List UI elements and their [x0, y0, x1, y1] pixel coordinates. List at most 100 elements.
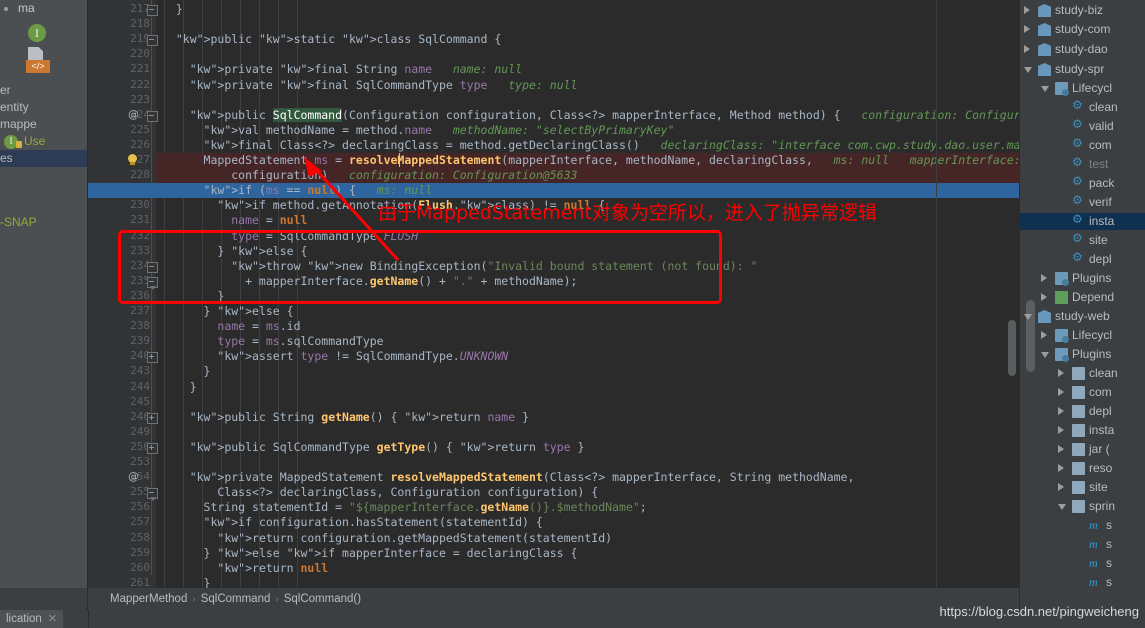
maven-tree-item-label: s — [1106, 575, 1112, 588]
code-line[interactable]: "kw">if (ms == null) { ms: null — [162, 183, 433, 198]
breadcrumb-item[interactable]: MapperMethod — [110, 593, 187, 605]
code-line[interactable]: "kw">private "kw">final String name name… — [162, 62, 522, 77]
editor-gutter[interactable]: 217218219220221222223224@225226227228229… — [88, 0, 158, 588]
gear-icon: ⚙ — [1072, 117, 1083, 131]
maven-tree-item[interactable]: ⚙ insta — [1020, 213, 1145, 230]
project-tree[interactable]: er entity mappe I Use es -SNAP — [0, 82, 88, 588]
code-line[interactable]: } — [162, 2, 183, 17]
intention-bulb-icon[interactable] — [126, 154, 139, 167]
run-tool-tab[interactable]: lication ✕ — [0, 610, 64, 628]
chevron-right-icon[interactable] — [1024, 45, 1030, 53]
code-line[interactable]: + mapperInterface.getName() + "." + meth… — [162, 274, 577, 289]
breadcrumb[interactable]: MapperMethod › SqlCommand › SqlCommand() — [88, 588, 1040, 610]
code-line[interactable]: "kw">public "kw">static "kw">class SqlCo… — [162, 32, 501, 47]
project-tree-item[interactable]: mappe — [0, 116, 37, 133]
maven-goal-icon: m — [1089, 537, 1098, 551]
chevron-right-icon[interactable] — [1024, 6, 1030, 14]
breadcrumb-item[interactable]: SqlCommand() — [284, 593, 361, 605]
chevron-down-icon[interactable] — [1024, 67, 1032, 73]
code-content[interactable]: } "kw">public "kw">static "kw">class Sql… — [156, 0, 1020, 588]
chevron-right-icon[interactable] — [1024, 25, 1030, 33]
code-line[interactable]: } — [162, 380, 197, 395]
project-tree-item[interactable]: -SNAP — [0, 214, 37, 231]
close-icon[interactable]: ✕ — [48, 613, 57, 625]
maven-tree-item-label: site — [1089, 480, 1108, 494]
line-number: 256 — [130, 500, 150, 514]
maven-tree-item-label: insta — [1089, 214, 1115, 228]
code-line[interactable]: } — [162, 576, 211, 588]
code-line[interactable]: "kw">return null — [162, 561, 328, 576]
chevron-right-icon[interactable] — [1058, 445, 1064, 453]
code-line[interactable]: } — [162, 364, 211, 379]
maven-tree-item-label: depl — [1089, 404, 1112, 418]
chevron-right-icon[interactable] — [1058, 426, 1064, 434]
code-line[interactable]: type = ms.sqlCommandType — [162, 334, 383, 349]
maven-tool-window[interactable]: study-biz study-com study-dao study-spr Life… — [1020, 0, 1145, 588]
code-line[interactable]: type = SqlCommandType.FLUSH — [162, 229, 418, 244]
maven-module-icon — [1038, 310, 1051, 323]
project-tree-item[interactable]: er — [0, 82, 11, 99]
code-line[interactable]: "kw">private MappedStatement resolveMapp… — [162, 470, 855, 485]
project-tree-item[interactable]: es — [0, 150, 13, 167]
line-number: 234 — [130, 258, 150, 272]
line-number: 260 — [130, 560, 150, 574]
line-number: 250 — [130, 439, 150, 453]
maven-plugin-icon — [1072, 367, 1085, 380]
interface-icon: I — [28, 24, 46, 42]
code-line[interactable]: "kw">if configuration.hasStatement(state… — [162, 515, 543, 530]
code-line[interactable]: configuration) configuration: Configurat… — [162, 168, 577, 183]
code-line[interactable]: } "kw">else "kw">if mapperInterface = de… — [162, 546, 578, 561]
code-line[interactable]: } "kw">else { — [162, 244, 307, 259]
chevron-right-icon[interactable] — [1041, 293, 1047, 301]
fold-collapse-icon[interactable] — [147, 488, 158, 502]
code-line[interactable]: MappedStatement ms = resolveMappedStatem… — [162, 153, 1020, 168]
maven-goal-icon: m — [1089, 575, 1098, 588]
gear-icon: ⚙ — [1072, 231, 1083, 245]
code-line[interactable]: "kw">private "kw">final SqlCommandType t… — [162, 78, 578, 93]
chevron-down-icon[interactable] — [1041, 352, 1049, 358]
chevron-right-icon[interactable] — [1058, 388, 1064, 396]
fold-collapse-icon[interactable] — [147, 276, 158, 290]
code-line[interactable]: "kw">if method.getAnnotation(Flush."kw">… — [162, 198, 605, 213]
chevron-right-icon[interactable] — [1058, 369, 1064, 377]
project-panel[interactable]: ma I </> er entity mappe I Use es -SNAP — [0, 0, 88, 588]
code-line[interactable]: "kw">return configuration.getMappedState… — [162, 531, 612, 546]
code-line[interactable]: "kw">public SqlCommandType getType() { "… — [162, 440, 585, 455]
code-line[interactable]: "kw">public String getName() { "kw">retu… — [162, 410, 529, 425]
chevron-down-icon[interactable] — [1058, 504, 1066, 510]
override-marker-icon[interactable]: @ — [128, 108, 139, 121]
code-line[interactable]: String statementId = "${mapperInterface.… — [162, 500, 647, 515]
code-line[interactable]: name = ms.id — [162, 319, 300, 334]
gear-icon: ⚙ — [1072, 136, 1083, 150]
code-line[interactable]: "kw">final Class<?> declaringClass = met… — [162, 138, 1020, 153]
chevron-down-icon[interactable] — [1024, 314, 1032, 320]
chevron-right-icon[interactable] — [1041, 331, 1047, 339]
maven-plugin-icon — [1072, 462, 1085, 475]
chevron-right-icon[interactable] — [1058, 407, 1064, 415]
code-line[interactable]: } "kw">else { — [162, 304, 294, 319]
code-line[interactable]: "kw">val methodName = method.name method… — [162, 123, 675, 138]
maven-plugin-icon — [1072, 386, 1085, 399]
project-tree-item[interactable]: entity — [0, 99, 29, 116]
code-line[interactable]: } — [162, 289, 224, 304]
breadcrumb-item[interactable]: SqlCommand — [201, 593, 271, 605]
line-number: 246 — [130, 409, 150, 423]
maven-tree-item-label: study-spr — [1055, 62, 1105, 76]
maven-scrollbar[interactable] — [1026, 300, 1035, 372]
maven-tree-item-label: Plugins — [1072, 271, 1112, 285]
override-marker-icon[interactable]: @ — [128, 470, 139, 483]
editor-scrollbar[interactable] — [1008, 320, 1016, 376]
code-line[interactable]: Class<?> declaringClass, Configuration c… — [162, 485, 598, 500]
chevron-right-icon[interactable] — [1058, 464, 1064, 472]
code-line[interactable]: "kw">throw "kw">new BindingException("In… — [162, 259, 757, 274]
chevron-right-icon[interactable] — [1058, 483, 1064, 491]
code-editor[interactable]: 217218219220221222223224@225226227228229… — [88, 0, 1020, 588]
code-line[interactable]: "kw">assert type != SqlCommandType.UNKNO… — [162, 349, 508, 364]
code-line[interactable]: name = null — [162, 213, 307, 228]
line-number: 261 — [130, 575, 150, 588]
code-line[interactable]: "kw">public SqlCommand(Configuration con… — [162, 107, 1020, 123]
chevron-down-icon[interactable] — [1041, 86, 1049, 92]
maven-tree-item-label: Lifecycl — [1072, 81, 1113, 95]
folder-icon — [1055, 348, 1069, 362]
chevron-right-icon[interactable] — [1041, 274, 1047, 282]
